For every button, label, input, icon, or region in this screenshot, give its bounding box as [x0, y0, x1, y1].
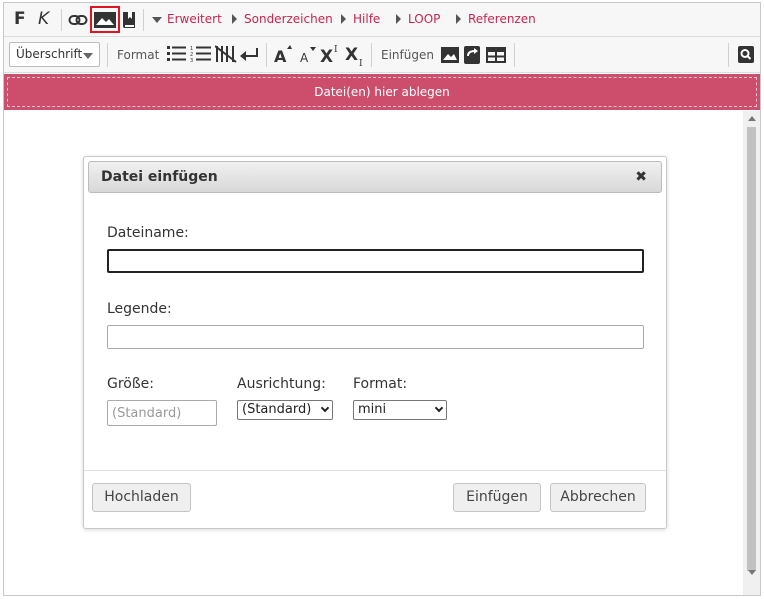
numbered-list-icon[interactable]: 1 2 3: [190, 45, 212, 63]
format-label: Format: [117, 48, 160, 62]
menu-loop[interactable]: LOOP: [408, 12, 440, 26]
heading-select-value: Überschrift: [16, 47, 83, 61]
filename-label: Dateiname:: [107, 225, 189, 241]
chevron-right-icon: [341, 14, 346, 24]
font-smaller-icon[interactable]: A: [300, 46, 316, 64]
toolbar-divider: [514, 43, 515, 67]
size-label: Größe:: [107, 376, 155, 392]
toolbar-row-1: F K Erweitert Sonderzeichen Hilfe LOOP R…: [4, 3, 760, 37]
book-icon[interactable]: [121, 11, 137, 29]
cancel-button[interactable]: Abbrechen: [550, 483, 646, 512]
svg-text:X: X: [320, 47, 333, 65]
menu-help[interactable]: Hilfe: [353, 12, 380, 26]
toolbar-divider: [143, 9, 144, 31]
insert-button[interactable]: Einfügen: [453, 483, 541, 512]
scroll-up-icon[interactable]: [748, 116, 756, 121]
svg-text:3: 3: [190, 58, 193, 63]
dialog-title: Datei einfügen: [101, 169, 218, 185]
dialog-divider: [84, 470, 666, 471]
font-larger-icon[interactable]: A: [274, 44, 292, 64]
chevron-down-icon: [83, 53, 93, 59]
close-icon[interactable]: ✖: [635, 169, 647, 185]
scroll-down-icon[interactable]: [748, 570, 756, 575]
svg-text:I: I: [359, 59, 363, 67]
search-icon[interactable]: [738, 46, 754, 63]
scroll-thumb[interactable]: [747, 127, 756, 571]
chevron-down-icon: [320, 403, 330, 413]
chevron-right-icon: [232, 14, 237, 24]
svg-text:I: I: [334, 45, 338, 55]
svg-text:X: X: [345, 45, 358, 65]
menu-advanced[interactable]: Erweitert: [167, 12, 222, 26]
dropzone-label: Datei(en) hier ablegen: [7, 77, 757, 107]
insert-media-icon[interactable]: [464, 46, 480, 64]
superscript-icon[interactable]: X I: [320, 43, 340, 65]
clear-format-icon[interactable]: [215, 45, 237, 63]
chevron-right-icon: [456, 14, 461, 24]
insert-file-dialog: Datei einfügen ✖ Dateiname: Legende: Grö…: [83, 156, 667, 529]
toolbar-divider: [266, 43, 267, 67]
insert-label: Einfügen: [381, 48, 434, 62]
bold-button[interactable]: F: [14, 9, 26, 29]
format-label: Format:: [353, 376, 408, 392]
svg-text:A: A: [300, 51, 309, 64]
insert-image-icon[interactable]: [441, 47, 459, 63]
alignment-select[interactable]: (Standard): [237, 400, 333, 420]
toolbar-row-2: Überschrift Format 1 2 3 A A X I X I Ein…: [4, 37, 760, 73]
file-dropzone[interactable]: Datei(en) hier ablegen: [4, 74, 760, 110]
dialog-header[interactable]: Datei einfügen ✖: [88, 161, 662, 193]
toolbar-divider: [61, 9, 62, 31]
format-select[interactable]: mini: [353, 400, 447, 420]
toolbar-divider: [371, 43, 372, 67]
subscript-icon[interactable]: X I: [345, 43, 365, 67]
alignment-label: Ausrichtung:: [237, 376, 326, 392]
image-icon[interactable]: [94, 12, 116, 28]
svg-text:A: A: [274, 47, 287, 64]
scrollbar[interactable]: [743, 111, 760, 595]
caption-input[interactable]: [107, 325, 644, 349]
link-icon[interactable]: [68, 12, 88, 28]
toolbar-divider: [728, 43, 729, 67]
chevron-down-icon: [152, 17, 162, 23]
bullet-list-icon[interactable]: [167, 45, 187, 63]
alignment-select-value: (Standard): [242, 402, 312, 417]
upload-button[interactable]: Hochladen: [92, 483, 191, 512]
italic-button[interactable]: K: [38, 9, 49, 29]
toolbar-divider: [107, 43, 108, 67]
menu-special-chars[interactable]: Sonderzeichen: [244, 12, 333, 26]
filename-input[interactable]: [107, 249, 644, 273]
format-select-value: mini: [358, 402, 387, 417]
menu-references[interactable]: Referenzen: [468, 12, 536, 26]
line-break-icon[interactable]: [240, 47, 260, 63]
chevron-right-icon: [396, 14, 401, 24]
heading-select[interactable]: Überschrift: [9, 42, 100, 67]
size-input[interactable]: [107, 400, 217, 426]
chevron-down-icon: [434, 403, 444, 413]
caption-label: Legende:: [107, 301, 172, 317]
table-icon[interactable]: [486, 47, 506, 63]
